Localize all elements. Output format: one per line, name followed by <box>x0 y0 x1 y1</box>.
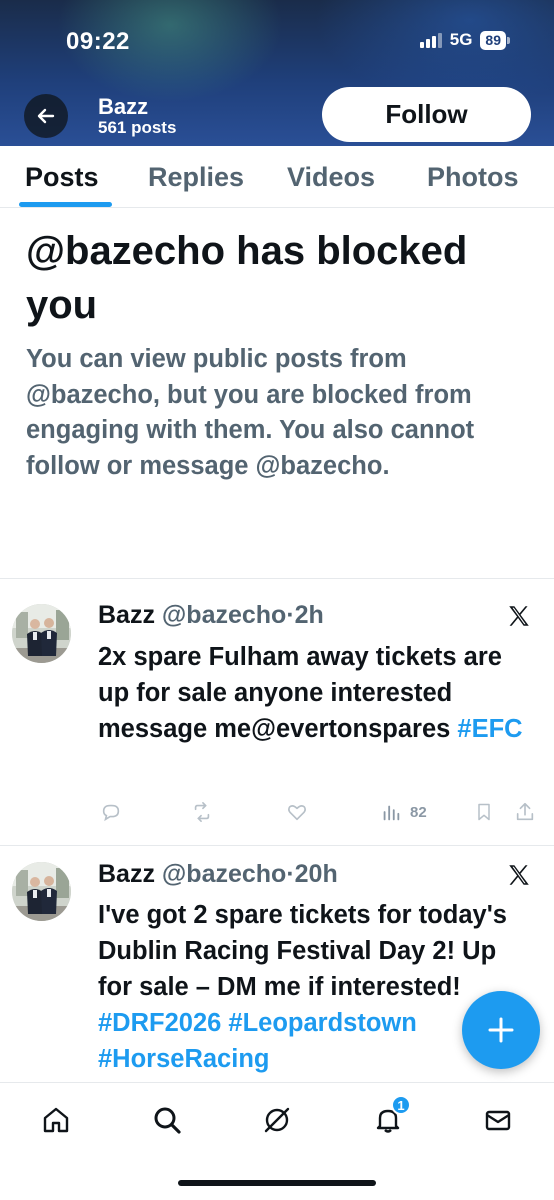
tab-posts[interactable]: Posts <box>25 162 99 193</box>
tweet-hashtag[interactable]: #EFC <box>457 715 522 743</box>
bookmark-icon <box>478 803 490 821</box>
x-logo-icon <box>509 865 529 885</box>
repost-button[interactable] <box>190 801 214 823</box>
nav-grok[interactable] <box>260 1103 294 1137</box>
tab-replies[interactable]: Replies <box>148 162 244 193</box>
home-indicator[interactable] <box>178 1180 376 1186</box>
heart-icon <box>288 805 306 821</box>
envelope-icon <box>485 1110 511 1131</box>
tweet-author-handle[interactable]: @bazecho <box>162 860 286 888</box>
share-icon <box>516 802 534 821</box>
notification-badge: 1 <box>391 1095 411 1115</box>
like-button[interactable] <box>286 801 308 823</box>
profile-tabs: Posts Replies Videos Photos <box>0 146 554 208</box>
reply-icon <box>102 804 120 822</box>
repost-icon <box>194 802 210 822</box>
tweet-dot-separator: · <box>286 860 295 888</box>
tweet-time: 20h <box>294 860 338 888</box>
tweet-header: Bazz @bazecho·2h <box>98 601 324 630</box>
active-tab-indicator <box>19 202 112 207</box>
nav-notifications[interactable]: 1 <box>371 1095 411 1137</box>
blocked-title: @bazecho has blocked you <box>26 229 468 327</box>
tweet[interactable]: Bazz @bazecho·2h 2x spare Fulham away ti… <box>0 579 554 845</box>
tab-photos[interactable]: Photos <box>427 162 519 193</box>
arrow-left-icon <box>37 108 55 124</box>
header-posts-count: 561 posts <box>98 118 177 137</box>
back-button[interactable] <box>24 94 68 138</box>
tweet-author-name[interactable]: Bazz <box>98 860 155 888</box>
search-icon <box>154 1107 181 1134</box>
tweet-time: 2h <box>294 601 324 629</box>
signal-icon <box>419 32 442 48</box>
network-label: 5G <box>449 30 473 49</box>
tweet-body: I've got 2 spare tickets for today's Dub… <box>98 901 507 1001</box>
tweet-hashtag[interactable]: #DRF2026 #Leopardstown #HorseRacing <box>98 1009 417 1073</box>
tweet-text: 2x spare Fulham away tickets are up for … <box>98 639 528 747</box>
status-time: 09:22 <box>66 28 130 55</box>
views-button[interactable]: 82 <box>380 801 427 823</box>
avatar[interactable] <box>12 604 71 663</box>
home-icon <box>43 1107 69 1133</box>
avatar[interactable] <box>12 862 71 921</box>
nav-messages[interactable] <box>481 1103 515 1137</box>
analytics-icon <box>383 805 400 821</box>
header-name: Bazz <box>98 94 149 119</box>
status-indicators: 5G 89 <box>419 30 510 50</box>
share-button[interactable] <box>514 801 536 823</box>
tweet-author-handle[interactable]: @bazecho <box>162 601 286 629</box>
bookmark-button[interactable] <box>474 801 494 823</box>
tweet-dot-separator: · <box>286 601 295 629</box>
reply-button[interactable] <box>100 801 122 823</box>
tweet-author-name[interactable]: Bazz <box>98 601 155 629</box>
compose-button[interactable] <box>462 991 540 1069</box>
blocked-description: You can view public posts from @bazecho,… <box>26 345 475 480</box>
views-count: 82 <box>410 803 427 821</box>
tweet-body: 2x spare Fulham away tickets are up for … <box>98 643 502 743</box>
battery-icon: 89 <box>480 30 510 50</box>
plus-icon <box>488 1017 514 1043</box>
nav-home[interactable] <box>39 1103 73 1137</box>
follow-button[interactable]: Follow <box>322 87 531 142</box>
tweet-header: Bazz @bazecho·20h <box>98 860 338 889</box>
tweet-actions: 82 <box>0 801 554 831</box>
tweet-text: I've got 2 spare tickets for today's Dub… <box>98 897 528 1077</box>
x-logo-icon <box>509 606 529 626</box>
tab-videos[interactable]: Videos <box>287 162 375 193</box>
battery-level: 89 <box>480 30 506 50</box>
grok-icon <box>264 1107 290 1133</box>
nav-search[interactable] <box>150 1103 184 1137</box>
